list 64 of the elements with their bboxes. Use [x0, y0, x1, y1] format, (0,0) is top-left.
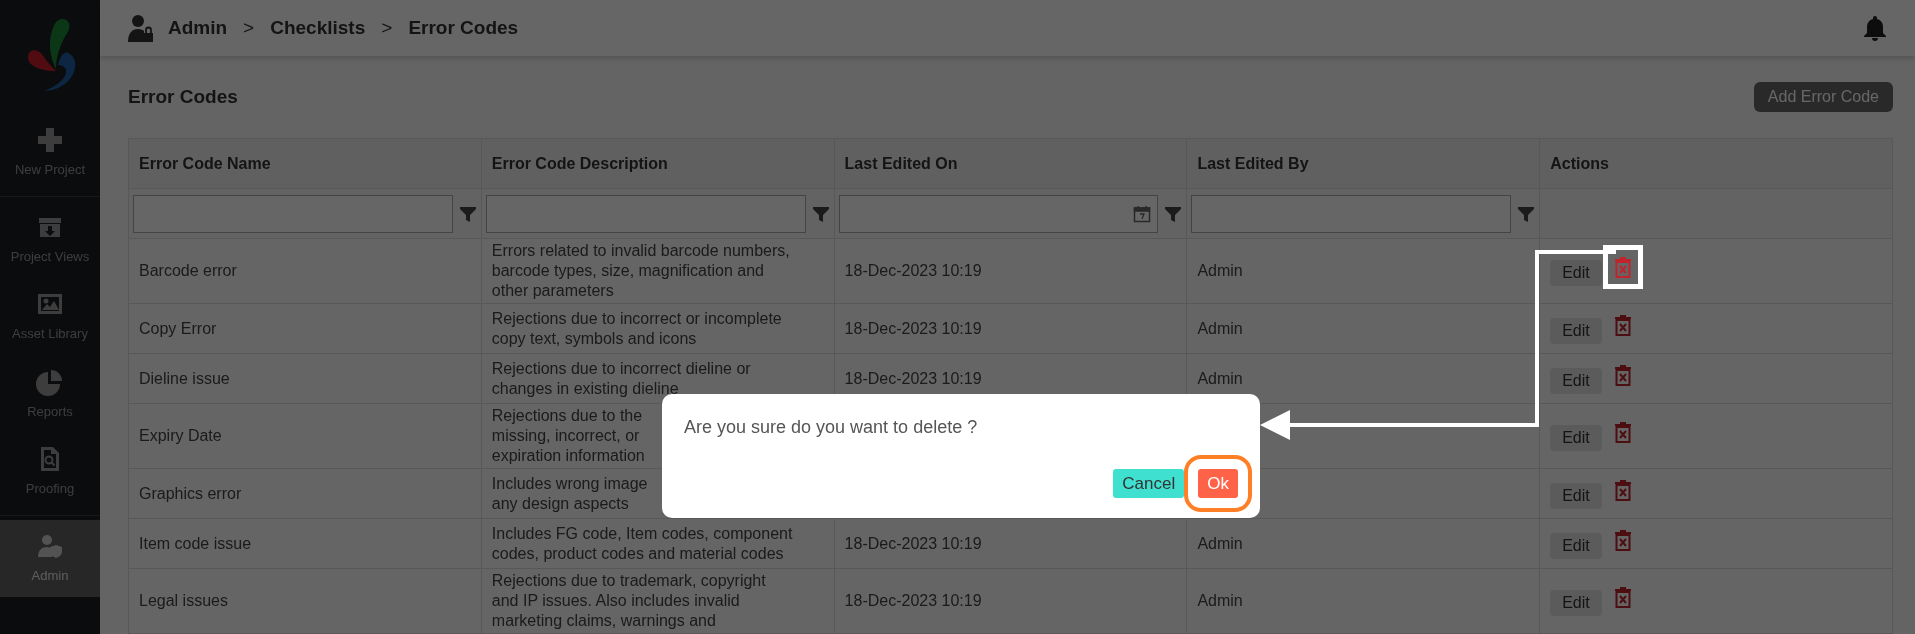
error-code-name: Expiry Date [139, 427, 222, 444]
filter-icon[interactable] [458, 204, 477, 223]
edit-button[interactable]: Edit [1550, 425, 1602, 451]
error-code-name: Copy Error [139, 319, 217, 337]
edited-date: 18-Dec-2023 10:19 [844, 319, 982, 337]
breadcrumb-separator: > [381, 15, 393, 40]
admin-user-icon [128, 14, 154, 42]
error-code-name: Item code issue [139, 534, 252, 552]
plus-icon [36, 126, 64, 154]
edited-date: 18-Dec-2023 10:19 [844, 262, 982, 279]
delete-icon[interactable] [1613, 313, 1632, 336]
filter-field[interactable] [1191, 194, 1512, 233]
delete-icon[interactable] [1613, 528, 1632, 551]
error-code-description: Errors related to invalid barcode numbers, barcode types, size, magnification and other parameters [491, 242, 790, 299]
edit-button[interactable]: Edit [1550, 482, 1602, 509]
breadcrumb-item[interactable]: Admin [168, 13, 228, 43]
edited-date: 18-Dec-2023 10:19 [844, 534, 982, 552]
error-code-description: Rejections due to incorrect dieline or changes in existing dieline [491, 359, 751, 397]
editor-name: Admin [1197, 262, 1243, 279]
filter-icon[interactable] [1517, 204, 1536, 223]
filter-field[interactable] [133, 194, 453, 233]
editor-name: Admin [1197, 369, 1243, 387]
edit-button[interactable]: Edit [1550, 590, 1602, 616]
filter-icon[interactable] [1164, 204, 1183, 223]
error-code-name: Legal issues [139, 592, 228, 609]
breadcrumb-separator: > [243, 15, 255, 40]
column-header: Last Edited By [1186, 138, 1540, 189]
error-code-description: Rejections due to trademark, copyright and IP issues. Also includes invalid marketing claims, warnings and [491, 572, 766, 629]
edit-button[interactable]: Edit [1550, 317, 1602, 344]
error-code-description: Includes FG code, Item codes, component codes, product codes and material codes [491, 524, 793, 562]
error-code-description: Rejections due to the missing, incorrect, or expiration information [491, 407, 645, 464]
delete-icon[interactable] [1613, 363, 1632, 386]
delete-icon[interactable] [1613, 478, 1632, 501]
error-code-name: Dieline issue [139, 369, 230, 387]
dialog-message: Are you sure do you want to delete ? [684, 416, 979, 439]
notification-bell-icon[interactable] [1863, 15, 1887, 41]
calendar-icon[interactable] [1133, 204, 1152, 223]
ok-button[interactable]: Ok [1198, 468, 1238, 498]
error-code-name: Graphics error [139, 484, 242, 502]
filter-icon[interactable] [811, 204, 830, 223]
editor-name: Admin [1197, 534, 1243, 552]
editor-name: Admin [1197, 592, 1243, 609]
edit-button[interactable]: Edit [1550, 532, 1602, 559]
error-code-description: Includes wrong image any design aspects [491, 474, 648, 512]
column-header: Error Code Description [481, 138, 835, 189]
editor-name: Admin [1197, 319, 1243, 337]
edited-date: 18-Dec-2023 10:19 [844, 369, 982, 387]
breadcrumb-item[interactable]: Checklists [270, 13, 366, 43]
edit-button[interactable]: Edit [1550, 367, 1602, 394]
breadcrumb-item: Error Codes [408, 15, 519, 40]
page-title: Error Codes [128, 84, 238, 109]
column-header: Last Edited On [834, 138, 1187, 189]
pie-chart-icon [36, 367, 64, 396]
error-code-description: Rejections due to incorrect or incomplete copy text, symbols and icons [491, 309, 782, 347]
delete-icon[interactable] [1613, 586, 1632, 608]
column-header: Actions [1539, 138, 1893, 189]
column-header: Error Code Name [128, 138, 482, 189]
filter-field[interactable] [838, 194, 1159, 233]
delete-icon[interactable] [1613, 421, 1632, 443]
filter-field[interactable] [485, 194, 806, 233]
cancel-button[interactable]: Cancel [1113, 468, 1185, 498]
edit-button[interactable]: Edit [1550, 260, 1602, 286]
error-code-name: Barcode error [139, 262, 237, 279]
edited-date: 18-Dec-2023 10:19 [844, 592, 982, 609]
